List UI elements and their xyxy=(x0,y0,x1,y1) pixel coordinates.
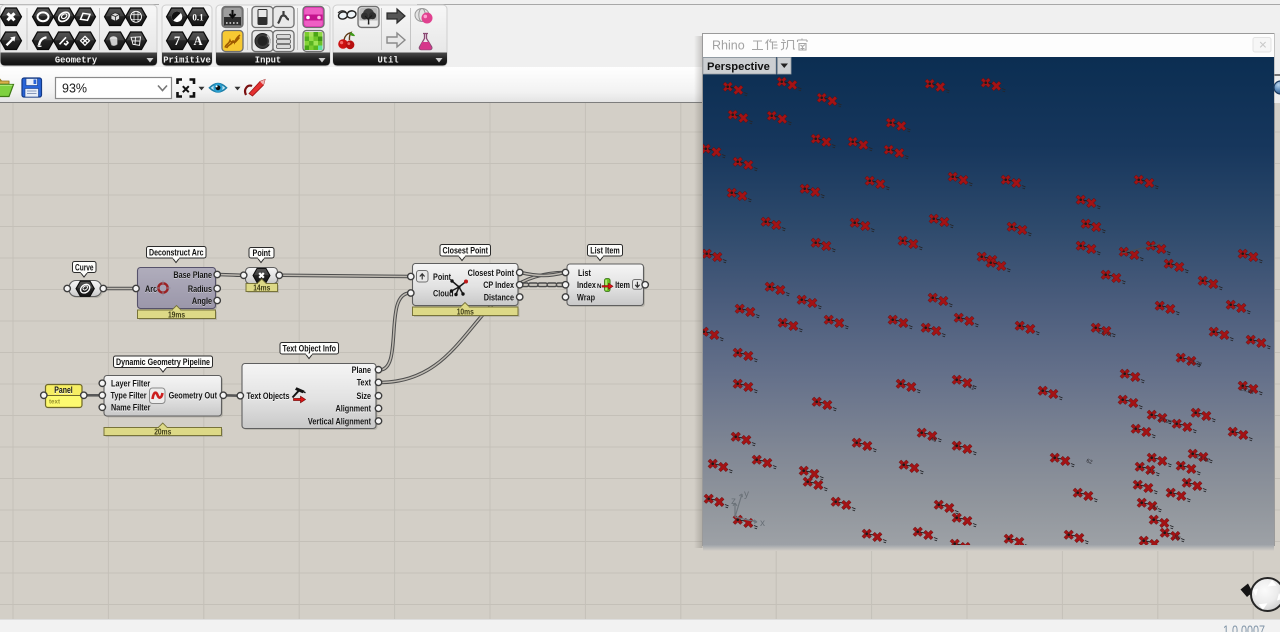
svg-text:Util: Util xyxy=(377,55,398,65)
svg-text:20ms: 20ms xyxy=(154,427,171,437)
svg-text:10ms: 10ms xyxy=(457,306,474,316)
svg-text:Index: Index xyxy=(577,280,597,290)
svg-text:Geometry Out: Geometry Out xyxy=(169,391,217,401)
svg-text:Primitive: Primitive xyxy=(163,55,211,65)
svg-text:Layer Filter: Layer Filter xyxy=(111,379,150,389)
svg-text:CP Index: CP Index xyxy=(483,280,514,290)
svg-text:Input: Input xyxy=(255,55,281,65)
svg-text:93%: 93% xyxy=(62,82,87,96)
svg-text:19ms: 19ms xyxy=(168,309,185,319)
svg-text:✕: ✕ xyxy=(1259,40,1268,52)
svg-text:Closest Point: Closest Point xyxy=(443,246,489,256)
svg-text:Text Objects: Text Objects xyxy=(247,391,290,401)
svg-text:Item: Item xyxy=(615,280,630,290)
svg-text:text: text xyxy=(49,399,60,406)
svg-text:Distance: Distance xyxy=(484,292,514,302)
svg-text:A: A xyxy=(193,34,202,48)
svg-text:Curve: Curve xyxy=(75,262,94,272)
svg-text:Arc: Arc xyxy=(145,284,157,294)
svg-text:Alignment: Alignment xyxy=(336,404,372,414)
svg-text:x: x xyxy=(760,518,765,529)
svg-text:7: 7 xyxy=(174,34,180,48)
svg-text:Point: Point xyxy=(253,248,271,258)
svg-text:Closest Point: Closest Point xyxy=(468,268,514,278)
svg-text:Deconstruct Arc: Deconstruct Arc xyxy=(149,248,204,258)
svg-text:List Item: List Item xyxy=(590,246,619,256)
svg-text:Perspective: Perspective xyxy=(707,61,770,73)
svg-text:Radius: Radius xyxy=(188,284,212,294)
svg-text:y: y xyxy=(744,489,749,500)
svg-text:Angle: Angle xyxy=(192,296,212,306)
svg-text:Base Plane: Base Plane xyxy=(173,270,212,280)
svg-text:Rhino: Rhino xyxy=(712,39,745,53)
svg-text:Panel: Panel xyxy=(54,385,72,395)
svg-text:Vertical Alignment: Vertical Alignment xyxy=(308,416,371,426)
svg-text:14ms: 14ms xyxy=(253,283,270,293)
svg-text:Geometry: Geometry xyxy=(55,55,98,65)
svg-text:Name Filter: Name Filter xyxy=(111,403,151,413)
svg-text:0.1: 0.1 xyxy=(192,12,204,22)
svg-text:Type Filter: Type Filter xyxy=(111,391,147,401)
svg-text:z: z xyxy=(731,496,736,507)
svg-text:Text Object Info: Text Object Info xyxy=(283,344,337,354)
svg-text:N: N xyxy=(597,284,601,290)
svg-text:List: List xyxy=(578,268,591,278)
svg-text:Dynamic Geometry Pipeline: Dynamic Geometry Pipeline xyxy=(116,357,210,367)
svg-text:Point: Point xyxy=(433,272,451,282)
svg-text:Wrap: Wrap xyxy=(577,292,595,302)
svg-text:Plane: Plane xyxy=(352,365,371,375)
svg-text:1 0.0007: 1 0.0007 xyxy=(1223,622,1265,632)
svg-text:Text: Text xyxy=(357,378,371,388)
svg-text:Size: Size xyxy=(357,391,372,401)
